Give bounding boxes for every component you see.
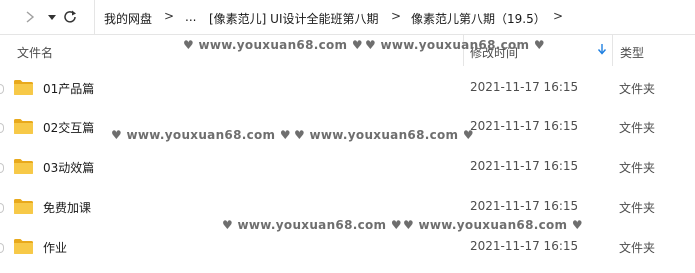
file-type: 文件夹 bbox=[619, 121, 656, 135]
file-modified: 2021-11-17 16:15 bbox=[470, 80, 579, 94]
file-modified: 2021-11-17 16:15 bbox=[470, 239, 579, 253]
folder-icon bbox=[14, 199, 33, 214]
file-type: 文件夹 bbox=[619, 241, 656, 255]
column-divider[interactable] bbox=[612, 35, 613, 66]
breadcrumb-item-current[interactable]: 像素范儿第八期（19.5） bbox=[411, 10, 546, 27]
file-row[interactable]: 作业 2021-11-17 16:15 文件夹 bbox=[0, 227, 695, 267]
breadcrumb-separator: > bbox=[164, 9, 175, 23]
row-checkbox[interactable] bbox=[0, 123, 4, 133]
breadcrumb-separator: > bbox=[391, 9, 402, 23]
file-modified: 2021-11-17 16:15 bbox=[470, 159, 579, 173]
folder-icon bbox=[14, 239, 33, 254]
folder-icon bbox=[14, 80, 33, 95]
file-modified: 2021-11-17 16:15 bbox=[470, 199, 579, 213]
breadcrumb: 我的网盘 > ... [像素范儿] UI设计全能班第八期 > 像素范儿第八期（1… bbox=[94, 0, 695, 34]
address-bar: 我的网盘 > ... [像素范儿] UI设计全能班第八期 > 像素范儿第八期（1… bbox=[0, 0, 695, 35]
file-modified: 2021-11-17 16:15 bbox=[470, 119, 579, 133]
file-name[interactable]: 02交互篇 bbox=[43, 119, 94, 136]
column-header: 文件名 修改时间 类型 bbox=[0, 34, 695, 66]
sort-arrow-icon bbox=[597, 44, 607, 55]
column-header-type[interactable]: 类型 bbox=[620, 44, 644, 61]
row-checkbox[interactable] bbox=[0, 203, 4, 213]
file-type: 文件夹 bbox=[619, 82, 656, 96]
file-name[interactable]: 03动效篇 bbox=[43, 159, 94, 176]
file-row[interactable]: 01产品篇 2021-11-17 16:15 文件夹 bbox=[0, 68, 695, 108]
file-row[interactable]: 免费加课 2021-11-17 16:15 文件夹 bbox=[0, 187, 695, 227]
row-checkbox[interactable] bbox=[0, 84, 4, 94]
breadcrumb-item-root[interactable]: 我的网盘 bbox=[104, 10, 152, 27]
breadcrumb-item-ellipsis[interactable]: ... bbox=[185, 10, 196, 24]
file-type: 文件夹 bbox=[619, 201, 656, 215]
file-row[interactable]: 03动效篇 2021-11-17 16:15 文件夹 bbox=[0, 147, 695, 187]
refresh-icon[interactable] bbox=[62, 9, 78, 25]
file-name[interactable]: 作业 bbox=[43, 239, 67, 256]
folder-icon bbox=[14, 119, 33, 134]
column-divider[interactable] bbox=[463, 35, 464, 66]
column-header-name[interactable]: 文件名 bbox=[17, 44, 53, 61]
breadcrumb-separator: > bbox=[553, 9, 564, 23]
file-name[interactable]: 免费加课 bbox=[43, 199, 91, 216]
file-name[interactable]: 01产品篇 bbox=[43, 80, 94, 97]
row-checkbox[interactable] bbox=[0, 163, 4, 173]
column-header-modified[interactable]: 修改时间 bbox=[470, 44, 518, 61]
file-type: 文件夹 bbox=[619, 161, 656, 175]
row-checkbox[interactable] bbox=[0, 243, 4, 253]
chevron-down-icon[interactable] bbox=[44, 9, 60, 25]
folder-icon bbox=[14, 159, 33, 174]
breadcrumb-item-course[interactable]: [像素范儿] UI设计全能班第八期 bbox=[209, 10, 379, 27]
file-row[interactable]: 02交互篇 2021-11-17 16:15 文件夹 bbox=[0, 107, 695, 147]
forward-icon[interactable] bbox=[22, 9, 38, 25]
